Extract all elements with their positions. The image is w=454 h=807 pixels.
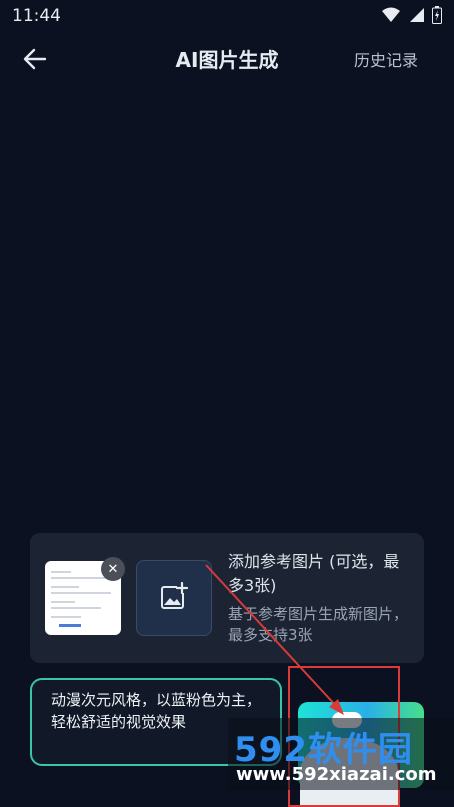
status-time: 11:44 bbox=[12, 6, 61, 26]
wifi-icon bbox=[382, 7, 400, 22]
reference-card: ✕ 添加参考图片 (可选，最多3张) 基于参考图片生成新图片，最多支持3张 bbox=[30, 533, 424, 663]
remove-reference-button[interactable]: ✕ bbox=[101, 557, 125, 581]
history-link[interactable]: 历史记录 bbox=[354, 47, 418, 71]
status-bar: 11:44 bbox=[0, 0, 454, 32]
watermark-url: www.592xiazai.com bbox=[236, 764, 437, 785]
add-photo-icon bbox=[161, 581, 189, 609]
battery-icon bbox=[432, 6, 442, 24]
add-image-button[interactable] bbox=[136, 560, 212, 636]
close-icon: ✕ bbox=[107, 561, 119, 577]
reference-subtitle: 基于参考图片生成新图片，最多支持3张 bbox=[228, 605, 409, 644]
reference-title: 添加参考图片 (可选，最多3张) bbox=[228, 552, 400, 595]
app-header: AI图片生成 历史记录 bbox=[0, 32, 454, 84]
status-icons bbox=[382, 6, 442, 24]
signal-icon bbox=[410, 8, 424, 22]
